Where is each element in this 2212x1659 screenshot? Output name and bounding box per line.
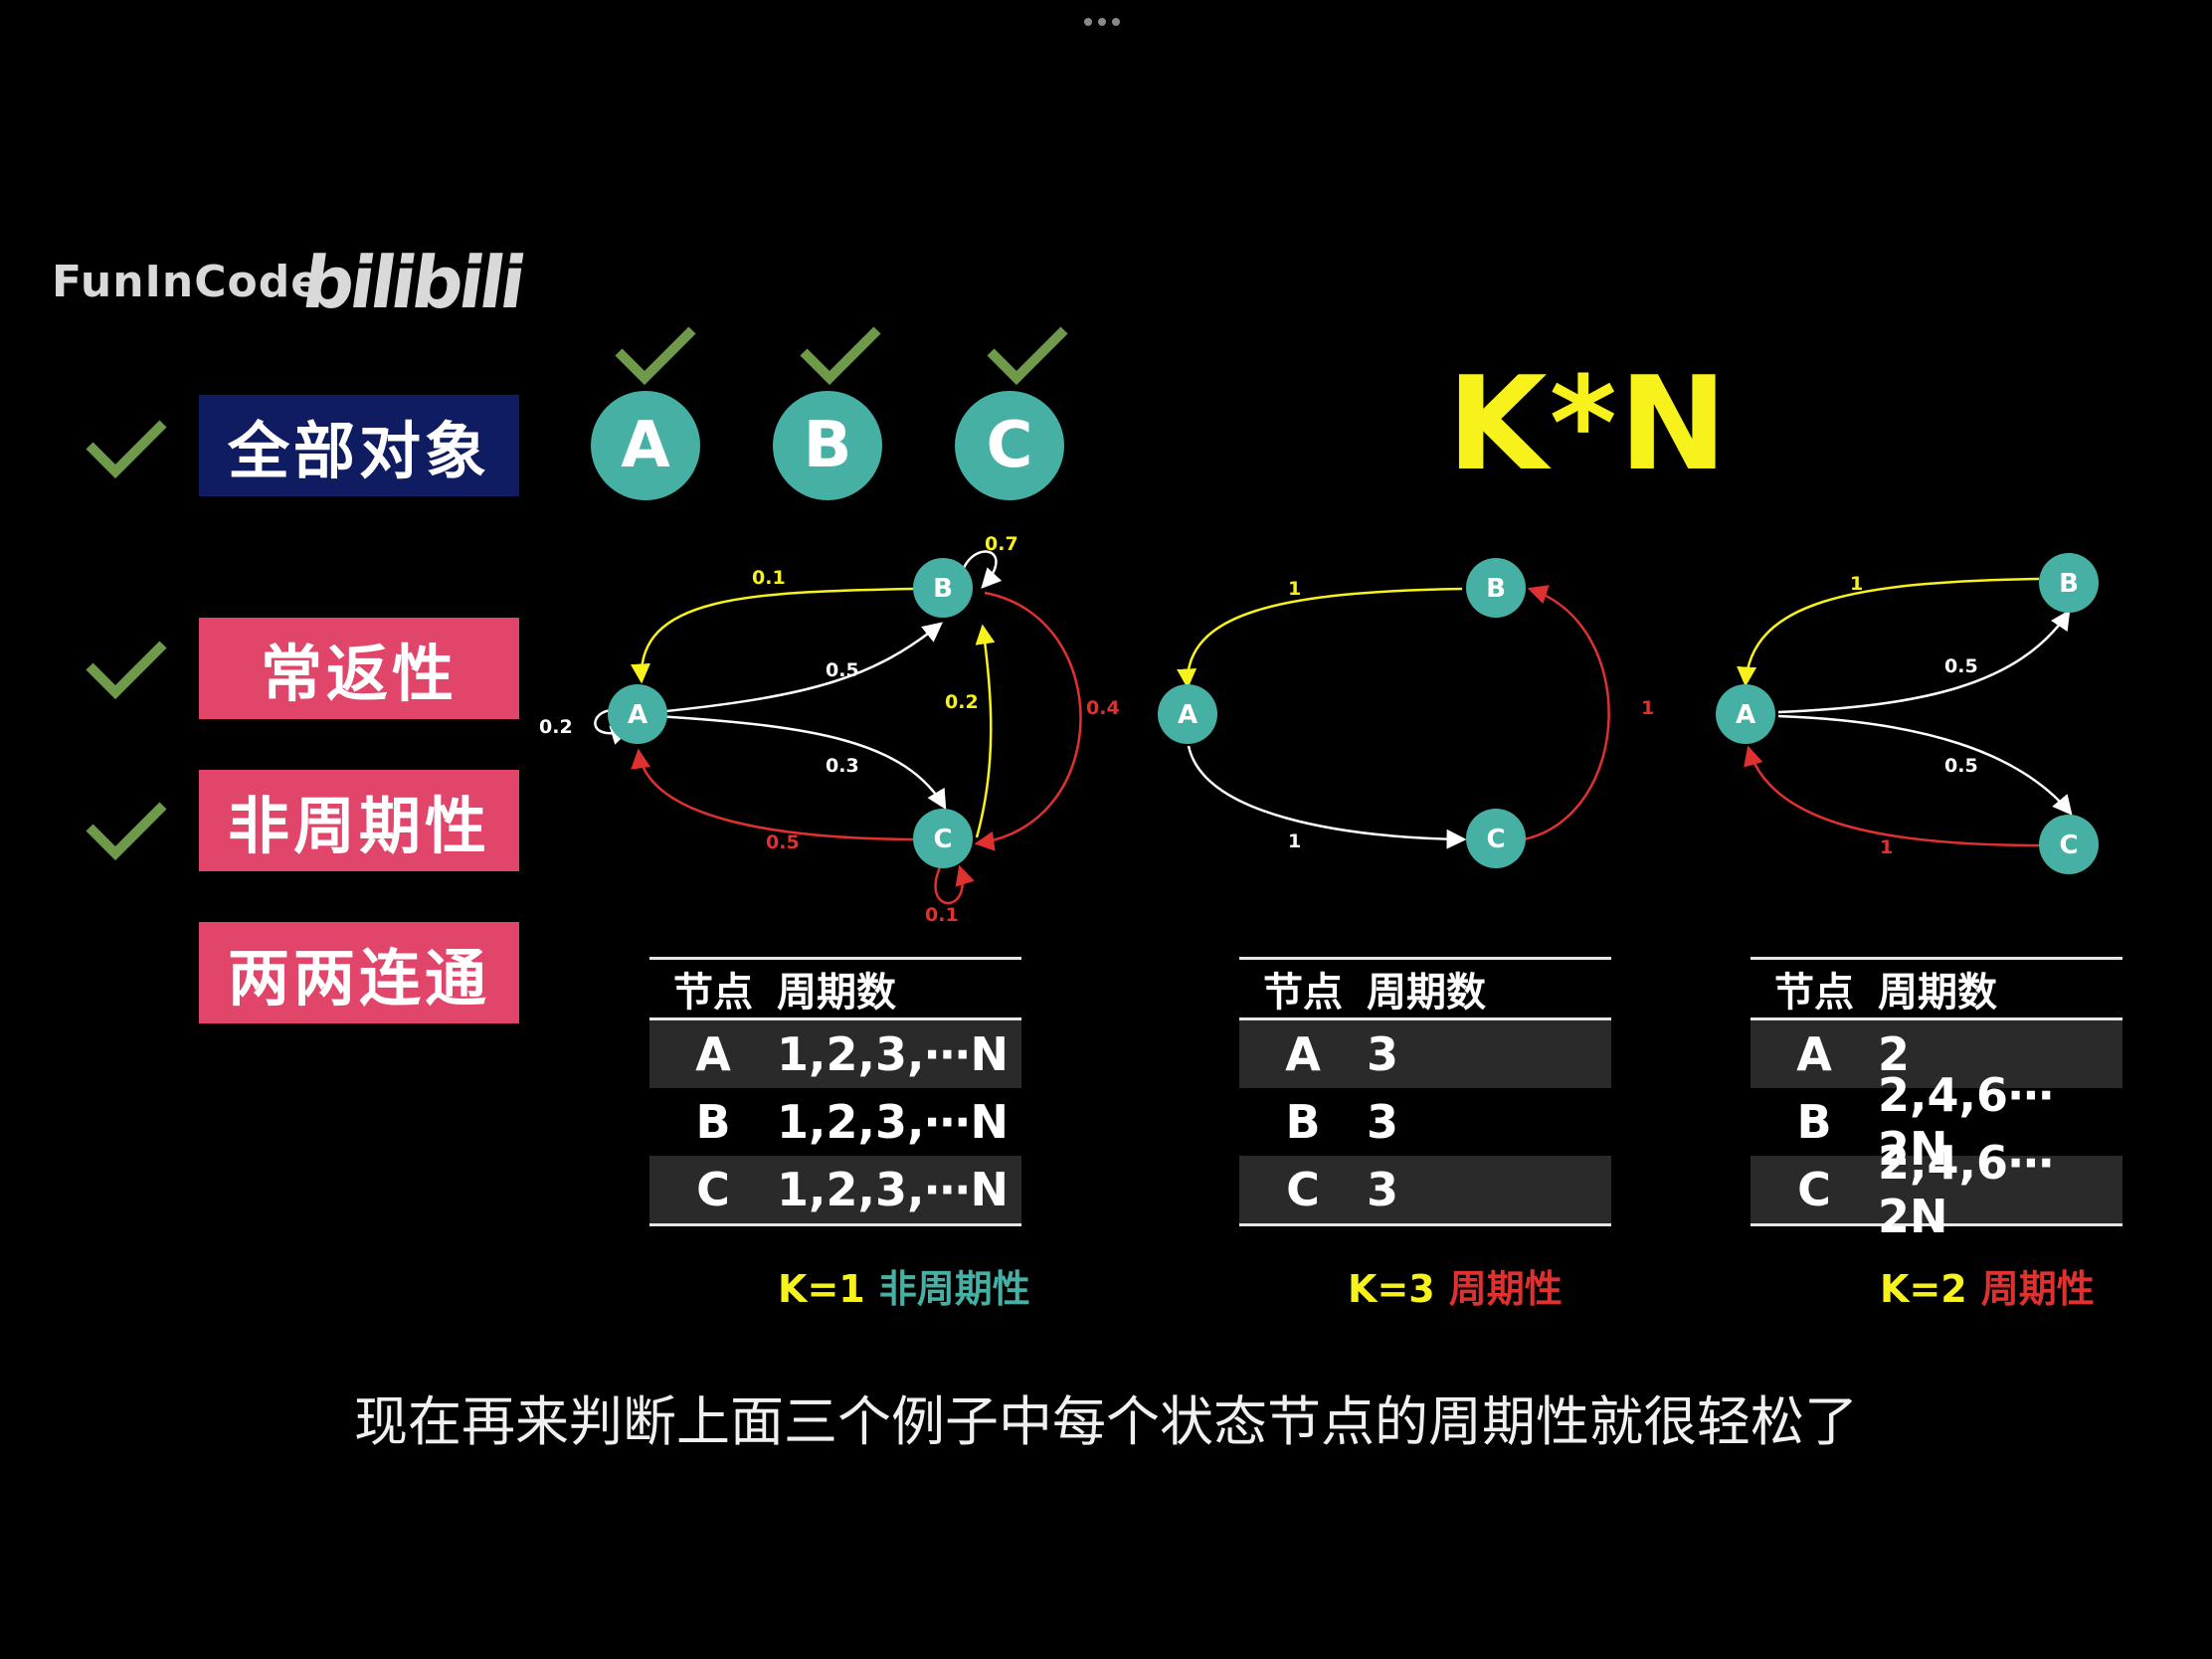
- table-row: B 3: [1285, 1095, 1399, 1149]
- period-caption-1: K=1 非周期性: [778, 1267, 1030, 1311]
- check-icon: [796, 320, 885, 390]
- state-node-a: A: [591, 391, 700, 500]
- period-caption-3: K=2 周期性: [1880, 1267, 2095, 1311]
- edge-label: 1: [1641, 697, 1654, 719]
- table-row: C 1,2,3,⋯N: [649, 1156, 1021, 1223]
- graph-1: A B C 0.1 0.7 0.5 0.2 0.2 0.4 0.3 0.5 0.…: [517, 517, 1134, 935]
- check-icon: [611, 320, 700, 390]
- edge-label: 0.1: [752, 567, 786, 589]
- edge-label: 1: [1880, 836, 1893, 858]
- period-table-3: 节点 周期数 A 2 B 2,4,6⋯2N C 2,4,6⋯2N: [1751, 957, 2122, 1243]
- formula: K*N: [1447, 348, 1730, 499]
- check-icon: [983, 320, 1072, 390]
- node-label: A: [1736, 700, 1755, 730]
- edge-label: 1: [1288, 578, 1301, 600]
- edge-label: 0.4: [1086, 697, 1120, 719]
- graph-2: A B C 1 1 1: [1144, 517, 1661, 935]
- state-node-b: B: [773, 391, 882, 500]
- edge-label: 0.5: [766, 831, 800, 853]
- edge-label: 0.5: [1944, 655, 1978, 677]
- video-subtitle: 现在再来判断上面三个例子中每个状态节点的周期性就很轻松了: [354, 1390, 1858, 1453]
- table-row: B 1,2,3,⋯N: [695, 1095, 1009, 1149]
- period-table-1: 节点 周期数 A 1,2,3,⋯N B 1,2,3,⋯N C 1,2,3,⋯N: [649, 957, 1021, 1226]
- edge-label: 1: [1850, 573, 1863, 595]
- node-label: B: [933, 574, 953, 604]
- edge-label: 0.7: [985, 533, 1018, 555]
- graph-3: A B C 1 0.5 0.5 1: [1691, 517, 2208, 935]
- table-header: 节点 周期数: [649, 957, 1021, 1020]
- node-label: B: [2059, 569, 2079, 599]
- table-header: 节点 周期数: [1751, 957, 2122, 1020]
- check-icon: [82, 635, 171, 704]
- tag-aperiodic: 非周期性: [199, 770, 519, 871]
- tag-recurrent: 常返性: [199, 618, 519, 719]
- table-row: C 2,4,6⋯2N: [1751, 1136, 2122, 1243]
- edge-label: 0.5: [1944, 755, 1978, 777]
- edge-label: 0.2: [539, 716, 573, 738]
- more-dots-icon[interactable]: [1084, 12, 1128, 32]
- check-icon: [82, 414, 171, 483]
- node-label: C: [933, 825, 952, 854]
- tag-all-objects: 全部对象: [199, 395, 519, 496]
- tag-connected: 两两连通: [199, 922, 519, 1023]
- node-label: A: [628, 700, 647, 730]
- edge-label: 0.5: [826, 659, 859, 681]
- state-node-c: C: [955, 391, 1064, 500]
- table-row: A 1,2,3,⋯N: [649, 1020, 1021, 1088]
- bilibili-logo: bilibili: [297, 241, 528, 324]
- node-label: C: [2059, 830, 2078, 860]
- node-label: C: [1486, 825, 1505, 854]
- period-table-2: 节点 周期数 A 3 B 3 C 3: [1239, 957, 1611, 1226]
- table-header: 节点 周期数: [1239, 957, 1611, 1020]
- edge-label: 0.3: [826, 755, 859, 777]
- node-label: A: [1178, 700, 1198, 730]
- edge-label: 0.1: [925, 904, 959, 926]
- table-row: C 3: [1239, 1156, 1611, 1223]
- table-row: A 3: [1239, 1020, 1611, 1088]
- node-label: B: [1486, 574, 1506, 604]
- period-caption-2: K=3 周期性: [1348, 1267, 1563, 1311]
- check-icon: [82, 796, 171, 865]
- edge-label: 1: [1288, 830, 1301, 852]
- edge-label: 0.2: [945, 691, 979, 713]
- brand-name: FunInCode: [52, 257, 322, 307]
